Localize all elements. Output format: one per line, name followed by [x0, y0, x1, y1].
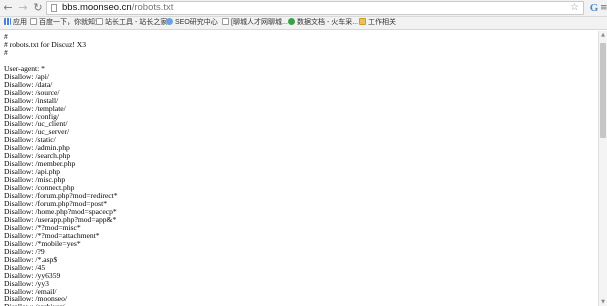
robots-line: Disallow: /yy3	[4, 278, 49, 288]
globe-icon	[166, 18, 173, 25]
bookmark-label: 站长工具 - 站长之家	[105, 19, 168, 26]
robots-line: Disallow: /api.php	[4, 167, 61, 177]
robots-line: #	[4, 32, 8, 41]
bookmarks-bar: 应用 百度一下，你就知道 站长工具 - 站长之家 SEO研究中心 [聊城人才网聊…	[0, 17, 607, 30]
robots-line	[4, 57, 598, 65]
forward-arrow-icon[interactable]: →	[16, 1, 30, 15]
robots-line: Disallow: /45	[4, 262, 46, 272]
bookmark-label: 工作相关	[368, 19, 396, 26]
google-extension-icon[interactable]: G	[588, 2, 600, 14]
url-path: /robots.txt	[131, 2, 174, 13]
robots-line: # robots.txt for Discuz! X3	[4, 39, 87, 49]
robots-line: Disallow: /*?mod=attachment*	[4, 230, 100, 240]
bookmark-label: 数据文档 - 火车采...	[297, 19, 359, 26]
robots-line: Disallow: /admin.php	[4, 143, 70, 153]
address-bar[interactable]: bbs.moonseo.cn/robots.txt ☆	[46, 1, 584, 15]
robots-line: Disallow: /email/	[4, 286, 57, 296]
url-host: bbs.moonseo.cn	[62, 2, 132, 13]
bookmark-baidu[interactable]: 百度一下，你就知道	[30, 17, 102, 29]
browser-toolbar: ← → ↻ bbs.moonseo.cn/robots.txt ☆ G ≡	[0, 0, 607, 17]
bookmark-folder-work[interactable]: 工作相关	[359, 17, 396, 29]
robots-line: Disallow: /*.asp$	[4, 254, 58, 264]
robots-txt-body: # # robots.txt for Discuz! X3 # User-agent:…	[0, 31, 598, 306]
folder-icon	[359, 18, 366, 25]
scroll-up-arrow-icon[interactable]: ▲	[599, 31, 607, 39]
bookmark-label: 百度一下，你就知道	[39, 19, 102, 26]
apps-grid-icon	[4, 18, 11, 25]
bookmark-locoy[interactable]: 数据文档 - 火车采...	[288, 17, 358, 29]
scroll-down-arrow-icon[interactable]: ▼	[599, 298, 607, 306]
robots-line: Disallow: /*mobile=yes*	[4, 238, 81, 248]
robots-line: Disallow: /yy6359	[4, 270, 61, 280]
bookmark-label: 应用	[13, 19, 27, 26]
robots-line: Disallow: /uc_client/	[4, 119, 68, 129]
menu-icon[interactable]: ≡	[600, 2, 607, 14]
bookmark-label: [聊城人才网聊城...	[231, 19, 288, 26]
page-icon	[30, 18, 37, 25]
robots-line: Disallow: /template/	[4, 103, 66, 113]
bookmark-chinaz[interactable]: 站长工具 - 站长之家	[96, 17, 167, 29]
vertical-scrollbar[interactable]: ▲ ▼	[598, 31, 607, 306]
robots-line: #	[4, 47, 8, 57]
scroll-thumb[interactable]	[600, 43, 606, 138]
bookmark-label: SEO研究中心	[175, 19, 218, 26]
robots-line: Disallow: /data/	[4, 79, 53, 89]
page-icon	[96, 18, 103, 25]
robots-line: Disallow: /misc.php	[4, 175, 66, 185]
page-icon	[222, 18, 229, 25]
robots-line: Disallow: /static/	[4, 135, 56, 145]
url-text[interactable]: bbs.moonseo.cn/robots.txt	[62, 2, 173, 14]
bookmark-liaocheng[interactable]: [聊城人才网聊城...	[222, 17, 288, 29]
robots-line: Disallow: /?9	[4, 246, 45, 256]
bookmark-star-icon[interactable]: ☆	[570, 2, 579, 14]
robots-line: Disallow: /member.php	[4, 159, 76, 169]
robots-line: Disallow: /source/	[4, 87, 60, 97]
robots-line: Disallow: /install/	[4, 95, 59, 105]
locoy-icon	[288, 18, 295, 25]
robots-line: Disallow: /config/	[4, 111, 60, 121]
bookmark-apps[interactable]: 应用	[4, 17, 27, 29]
robots-line: Disallow: /userapp.php?mod=app&*	[4, 214, 117, 224]
robots-line: Disallow: /api/	[4, 71, 49, 81]
back-arrow-icon[interactable]: ←	[1, 1, 15, 15]
robots-line: Disallow: /uc_server/	[4, 127, 70, 137]
page-icon	[51, 4, 57, 12]
robots-line: User-agent: *	[4, 63, 45, 73]
reload-icon[interactable]: ↻	[31, 1, 45, 15]
bookmark-seo[interactable]: SEO研究中心	[166, 17, 218, 29]
page-content: # # robots.txt for Discuz! X3 # User-agent:…	[0, 31, 598, 306]
robots-line: Disallow: /moonseo/	[4, 294, 68, 304]
robots-line: Disallow: /search.php	[4, 151, 71, 161]
